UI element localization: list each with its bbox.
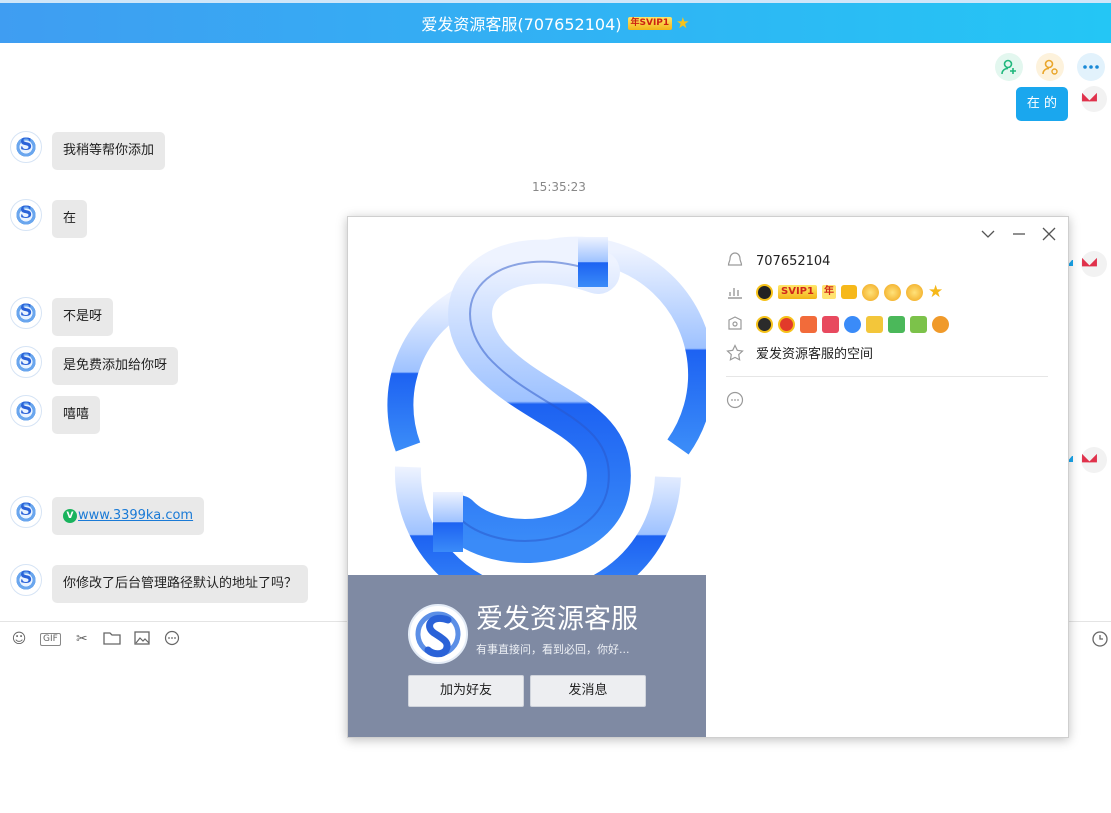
folder-icon[interactable] [103, 630, 121, 648]
profile-name: 爱发资源客服 [476, 604, 638, 635]
gift-badge-icon [822, 315, 839, 333]
details-divider [726, 376, 1048, 377]
badge-icon [726, 315, 744, 333]
profile-summary-panel: 爱发资源客服 有事直接问，看到必回，你好... 加为好友 发消息 [348, 575, 706, 737]
sun-icon [905, 283, 923, 301]
message-bubble[interactable]: 在 [52, 200, 88, 238]
message-timestamp: 15:35:23 [532, 180, 586, 194]
year-badge: 年 [821, 285, 836, 299]
avatar-contact[interactable] [10, 496, 42, 528]
profile-logo-image [348, 217, 715, 616]
history-clock-icon[interactable] [1091, 630, 1109, 648]
star-icon: ★ [927, 281, 944, 302]
avatar-contact[interactable] [10, 131, 42, 163]
chevron-down-icon[interactable] [980, 227, 996, 243]
message-bubble[interactable]: 是免费添加给你呀 [52, 347, 179, 385]
image-icon[interactable] [133, 630, 151, 648]
window-title-bar: 爱发资源客服(707652104) 年SVIP1 ★ [0, 0, 1111, 43]
pet-badge-icon [910, 315, 927, 333]
space-row: 爱发资源客服的空间 [726, 343, 873, 362]
star-icon: ★ [676, 14, 690, 32]
svip-badge: SVIP1 [778, 285, 817, 299]
profile-signature: 有事直接问，看到必回，你好... [476, 643, 630, 656]
sun-icon [883, 283, 901, 301]
emoji-icon[interactable]: ☺ [10, 630, 28, 648]
more-icon[interactable] [163, 630, 181, 648]
message-bubble-link[interactable]: Vwww.3399ka.com [52, 497, 205, 535]
service-badges[interactable] [756, 315, 949, 333]
avatar-self[interactable] [1081, 447, 1107, 473]
space-link[interactable]: 爱发资源客服的空间 [756, 343, 873, 362]
tag-badge-icon [800, 315, 817, 333]
penguin-badge-icon [756, 315, 773, 333]
verified-icon: V [63, 508, 77, 523]
qq-number[interactable]: 707652104 [756, 254, 830, 269]
profile-card-popup: 爱发资源客服 有事直接问，看到必回，你好... 加为好友 发消息 7076521… [347, 216, 1069, 738]
qq-penguin-icon [726, 252, 744, 270]
vip-level-row: SVIP1 年 ★ [726, 283, 943, 301]
service-badges-row [726, 315, 949, 333]
qq-vip-penguin-icon [756, 283, 773, 301]
message-link[interactable]: www.3399ka.com [78, 508, 193, 523]
window-title: 爱发资源客服(707652104) [421, 15, 622, 34]
profile-card-left: 爱发资源客服 有事直接问，看到必回，你好... 加为好友 发消息 [348, 217, 715, 737]
avatar-contact[interactable] [10, 346, 42, 378]
avatar-contact[interactable] [10, 199, 42, 231]
more-info-row [726, 391, 744, 409]
message-bubble[interactable]: 我稍等帮你添加 [52, 132, 166, 170]
gif-icon[interactable]: GIF [40, 632, 61, 646]
avatar-contact[interactable] [10, 395, 42, 427]
heart-badge-icon [778, 315, 795, 333]
crown-icon [840, 285, 857, 299]
qq-number-row: 707652104 [726, 252, 830, 270]
more-icon[interactable] [726, 391, 744, 409]
minimize-icon[interactable] [1011, 227, 1027, 243]
level-chart-icon [726, 283, 744, 301]
diamond-badge-icon [844, 315, 861, 333]
avatar-self[interactable] [1081, 86, 1107, 112]
vip-badges[interactable]: SVIP1 年 ★ [756, 281, 944, 302]
game-badge-icon [888, 315, 905, 333]
input-toolbar: ☺ GIF ✂ [10, 630, 181, 648]
vip-badge: 年SVIP1 [627, 16, 673, 30]
message-bubble[interactable]: 嘻嘻 [52, 396, 101, 434]
profile-card-details: 707652104 SVIP1 年 ★ 爱发资源客服的空间 [706, 217, 1068, 737]
avatar-contact[interactable] [10, 564, 42, 596]
avatar-contact[interactable] [10, 297, 42, 329]
message-bubble[interactable]: 你修改了后台管理路径默认的地址了吗？ [52, 565, 309, 603]
profile-avatar [408, 604, 468, 664]
close-icon[interactable] [1041, 227, 1057, 243]
scissors-icon[interactable]: ✂ [73, 630, 91, 648]
shield-badge-icon [932, 315, 949, 333]
message-bubble[interactable]: 不是呀 [52, 298, 114, 336]
add-friend-button[interactable]: 加为好友 [408, 675, 524, 707]
music-badge-icon [866, 315, 883, 333]
message-bubble-self[interactable]: 在 的 [1015, 87, 1068, 121]
star-outline-icon [726, 343, 744, 362]
sun-icon [861, 283, 879, 301]
avatar-self[interactable] [1081, 251, 1107, 277]
send-message-button[interactable]: 发消息 [530, 675, 646, 707]
